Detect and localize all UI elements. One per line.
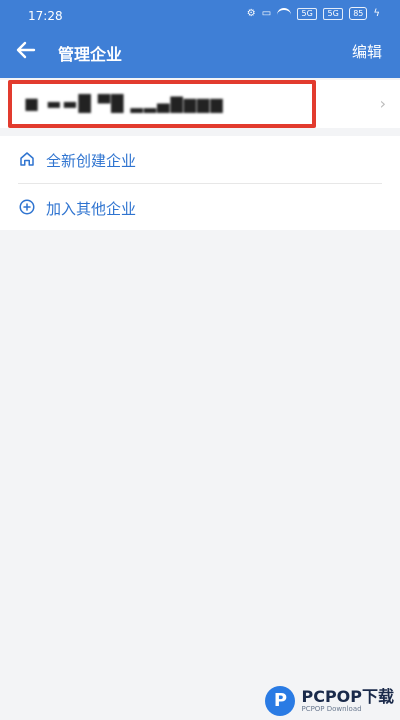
chevron-right-icon: › xyxy=(379,94,386,113)
highlight-box xyxy=(8,80,316,128)
join-enterprise-button[interactable]: 加入其他企业 xyxy=(0,184,400,230)
status-icons: ⚙ ▭ 5G 5G 85 ϟ xyxy=(247,7,380,20)
watermark-brand: PCPOP下载 xyxy=(301,687,394,706)
back-arrow-icon[interactable] xyxy=(14,38,38,62)
watermark-text: PCPOP下载 PCPOP Download xyxy=(301,687,394,714)
watermark: P PCPOP下载 PCPOP Download xyxy=(265,686,394,716)
page-title: 管理企业 xyxy=(58,45,123,64)
create-enterprise-label: 全新创建企业 xyxy=(46,152,137,170)
edit-button[interactable]: 编辑 xyxy=(352,41,382,62)
top-bar: 17:28 ⚙ ▭ 5G 5G 85 ϟ 管理企业 编辑 xyxy=(0,0,400,78)
status-time: 17:28 xyxy=(28,9,63,23)
wifi-icon xyxy=(277,7,292,20)
home-icon xyxy=(20,152,34,166)
app-bar: 管理企业 编辑 xyxy=(0,28,400,74)
actions-list: 全新创建企业 加入其他企业 xyxy=(0,136,400,230)
pcpop-logo-icon: P xyxy=(265,686,296,716)
alarm-icon: ⚙ xyxy=(246,8,256,19)
signal-icon: 5G xyxy=(297,7,318,20)
charging-icon: ϟ xyxy=(373,8,380,19)
join-enterprise-label: 加入其他企业 xyxy=(46,200,137,218)
status-bar: 17:28 ⚙ ▭ 5G 5G 85 ϟ xyxy=(0,0,400,28)
plus-circle-icon xyxy=(19,199,35,215)
create-enterprise-button[interactable]: 全新创建企业 xyxy=(0,136,400,182)
signal-icon-2: 5G xyxy=(323,7,344,20)
nfc-icon: ▭ xyxy=(261,8,272,19)
watermark-sub: PCPOP Download xyxy=(301,705,362,713)
battery-icon: 85 xyxy=(349,7,368,20)
